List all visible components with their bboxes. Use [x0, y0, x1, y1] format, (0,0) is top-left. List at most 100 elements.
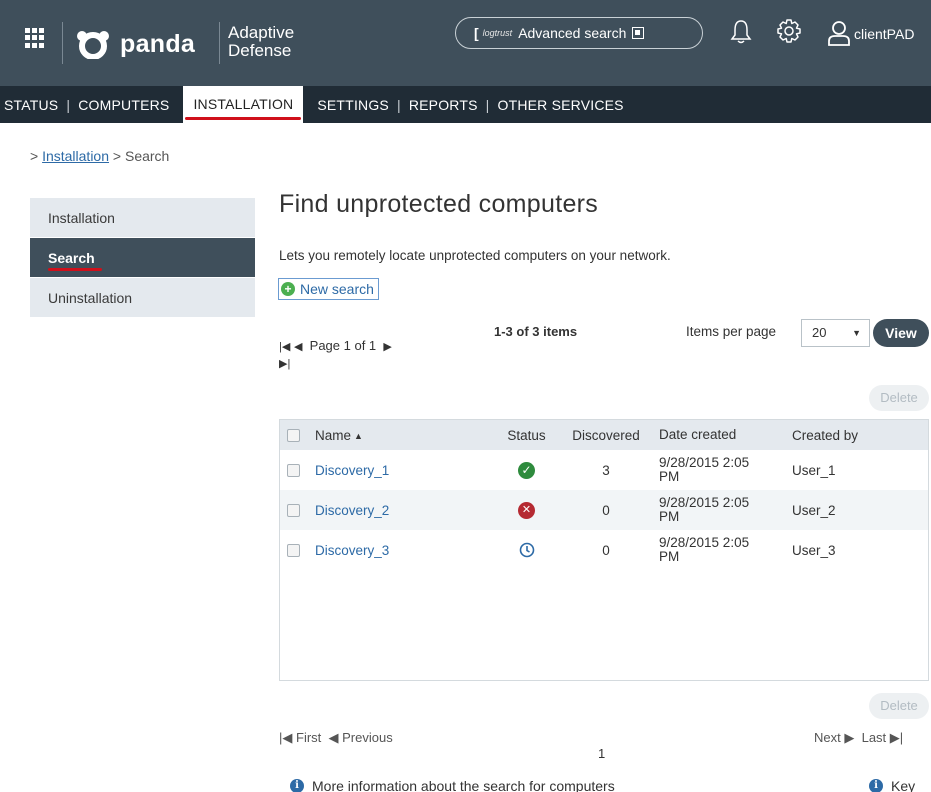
- row-checkbox[interactable]: [287, 503, 300, 517]
- delete-button-bottom[interactable]: Delete: [869, 693, 929, 719]
- search-name-link[interactable]: Discovery_1: [315, 463, 389, 478]
- info-icon: i: [869, 779, 883, 792]
- more-info-link[interactable]: i More information about the search for …: [290, 778, 615, 792]
- plus-icon: +: [281, 282, 295, 296]
- delete-button-top[interactable]: Delete: [869, 385, 929, 411]
- nav-reports[interactable]: REPORTS: [401, 97, 486, 113]
- search-name-link[interactable]: Discovery_2: [315, 503, 389, 518]
- advanced-search-label: Advanced search: [518, 25, 627, 41]
- side-item-search[interactable]: Search: [30, 238, 255, 278]
- breadcrumb: > Installation > Search: [30, 148, 169, 164]
- page-description: Lets you remotely locate unprotected com…: [279, 248, 671, 263]
- next-page-button[interactable]: Next ▶: [814, 730, 854, 745]
- nav-settings[interactable]: SETTINGS: [309, 97, 397, 113]
- key-link[interactable]: i Key: [869, 778, 915, 792]
- view-button[interactable]: View: [873, 319, 929, 347]
- date-line-2: PM: [659, 549, 680, 564]
- column-name-label: Name: [315, 427, 352, 443]
- last-page-icon[interactable]: ▶|: [279, 358, 290, 370]
- items-count: 1-3 of 3 items: [494, 324, 578, 339]
- chevron-down-icon: ▼: [852, 328, 861, 338]
- product-line-2: Defense: [228, 41, 292, 60]
- created-by: User_1: [792, 462, 836, 478]
- column-header-date[interactable]: Date created: [653, 428, 784, 442]
- column-header-discovered[interactable]: Discovered: [559, 428, 653, 443]
- nav-other-services[interactable]: OTHER SERVICES: [489, 97, 631, 113]
- discovered-count: 0: [602, 502, 610, 518]
- table-header: Name ▲ Status Discovered Date created Cre…: [280, 420, 928, 450]
- items-per-page-label: Items per page: [686, 324, 777, 339]
- new-search-label: New search: [300, 281, 374, 297]
- first-page-icon[interactable]: |◀: [279, 341, 290, 353]
- user-icon[interactable]: [827, 20, 851, 46]
- date-created: 9/28/2015 2:05 PM: [653, 536, 784, 564]
- date-line-1: 9/28/2015 2:05: [659, 535, 750, 550]
- check-circle-icon: ✓: [518, 461, 535, 479]
- bottom-pager-right: Next ▶ Last ▶|: [814, 730, 903, 746]
- date-line-2: PM: [659, 469, 680, 484]
- table-row: Discovery_3 0 9/28/2015 2:05 PM User_3: [280, 530, 928, 570]
- last-page-icon: ▶|: [889, 730, 904, 745]
- previous-page-button[interactable]: ◀ Previous: [329, 730, 393, 745]
- discovered-count: 0: [602, 542, 610, 558]
- new-search-button[interactable]: + New search: [278, 278, 379, 300]
- row-checkbox[interactable]: [287, 543, 300, 557]
- select-all-checkbox[interactable]: [287, 428, 300, 442]
- date-line-2: PM: [659, 509, 680, 524]
- info-icon: i: [290, 779, 304, 792]
- date-created: 9/28/2015 2:05 PM: [653, 496, 784, 524]
- last-page-button[interactable]: Last ▶|: [862, 730, 904, 745]
- table-row: Discovery_2 ✕ 0 9/28/2015 2:05 PM User_2: [280, 490, 928, 530]
- first-label: First: [296, 730, 322, 745]
- created-by: User_3: [792, 542, 836, 558]
- created-by: User_2: [792, 502, 836, 518]
- row-checkbox[interactable]: [287, 463, 300, 477]
- column-header-status[interactable]: Status: [494, 428, 559, 443]
- previous-page-icon[interactable]: ◀: [294, 341, 302, 353]
- column-header-name[interactable]: Name ▲: [307, 428, 494, 443]
- logtrust-logo-icon: [: [474, 25, 479, 41]
- items-per-page-select[interactable]: 20 ▼: [801, 319, 870, 347]
- top-pager: |◀ ◀ Page 1 of 1 ▶ ▶|: [279, 338, 392, 372]
- side-item-installation[interactable]: Installation: [30, 198, 255, 238]
- next-page-icon[interactable]: ▶: [383, 341, 391, 353]
- bell-icon[interactable]: [730, 18, 752, 44]
- product-name: Adaptive Defense: [228, 24, 294, 60]
- header-divider: [219, 22, 220, 64]
- last-label: Last: [861, 730, 887, 745]
- bottom-pager-left: |◀ First ◀ Previous: [279, 730, 393, 746]
- nav-status[interactable]: STATUS: [0, 97, 66, 113]
- product-line-1: Adaptive: [228, 23, 295, 42]
- table-row: Discovery_1 ✓ 3 9/28/2015 2:05 PM User_1: [280, 450, 928, 490]
- search-brand: logtrust: [482, 28, 513, 38]
- column-header-created-by[interactable]: Created by: [784, 428, 924, 443]
- external-link-icon: [632, 27, 645, 39]
- previous-label: Previous: [342, 730, 393, 745]
- panda-logo[interactable]: panda: [76, 24, 195, 64]
- side-item-uninstallation[interactable]: Uninstallation: [30, 278, 255, 318]
- top-header: panda Adaptive Defense [ logtrust Advanc…: [0, 0, 931, 86]
- header-divider: [62, 22, 63, 64]
- first-page-button[interactable]: |◀ First: [279, 730, 321, 745]
- apps-grid-icon[interactable]: [25, 28, 45, 48]
- nav-computers[interactable]: COMPUTERS: [70, 97, 177, 113]
- gear-icon[interactable]: [776, 18, 802, 44]
- more-info-label: More information about the search for co…: [312, 778, 615, 792]
- key-label: Key: [891, 778, 916, 792]
- error-circle-icon: ✕: [518, 501, 535, 519]
- next-page-icon: ▶: [844, 730, 855, 745]
- advanced-search-button[interactable]: [ logtrust Advanced search: [455, 17, 703, 49]
- page-title: Find unprotected computers: [279, 190, 599, 218]
- previous-page-icon: ◀: [328, 730, 339, 745]
- user-name[interactable]: clientPAD: [854, 26, 914, 42]
- search-name-link[interactable]: Discovery_3: [315, 543, 389, 558]
- date-created: 9/28/2015 2:05 PM: [653, 456, 784, 484]
- brand-name: panda: [120, 29, 196, 58]
- main-nav: STATUS | COMPUTERS INSTALLATION SETTINGS…: [0, 86, 931, 123]
- breadcrumb-link-installation[interactable]: Installation: [42, 148, 109, 164]
- nav-installation[interactable]: INSTALLATION: [183, 86, 304, 123]
- search-table: Name ▲ Status Discovered Date created Cre…: [279, 419, 929, 681]
- first-page-icon: |◀: [279, 730, 293, 745]
- current-page-number[interactable]: 1: [598, 746, 605, 761]
- date-line-1: 9/28/2015 2:05: [659, 455, 750, 470]
